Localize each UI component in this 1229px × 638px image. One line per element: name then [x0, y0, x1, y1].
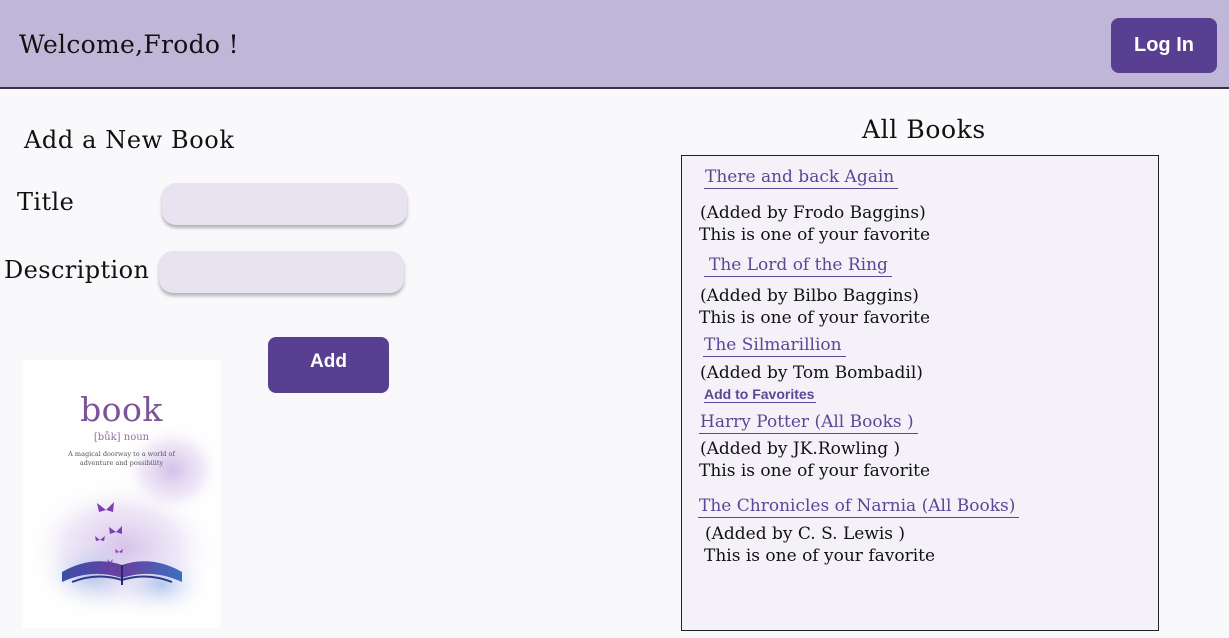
- add-to-favorites-link[interactable]: Add to Favorites: [704, 386, 817, 403]
- description-input[interactable]: [159, 251, 404, 293]
- add-book-heading: Add a New Book: [24, 126, 235, 154]
- book-added-by: (Added by Bilbo Baggins): [700, 286, 919, 306]
- welcome-message: Welcome,Frodo !: [19, 30, 239, 59]
- login-button[interactable]: Log In: [1111, 18, 1217, 73]
- book-added-by: (Added by Frodo Baggins): [700, 203, 926, 223]
- favorite-status: This is one of your favorite: [699, 225, 931, 245]
- top-header: Welcome,Frodo ! Log In: [0, 0, 1229, 89]
- book-cover-image: book [bůk] noun A magical doorway to a w…: [22, 360, 221, 628]
- favorite-status: This is one of your favorite: [699, 461, 931, 481]
- book-added-by: (Added by C. S. Lewis ): [705, 524, 906, 544]
- book-added-by: (Added by Tom Bombadil): [700, 363, 923, 383]
- book-title-link[interactable]: Harry Potter (All Books ): [699, 412, 918, 434]
- add-book-button[interactable]: Add: [268, 337, 389, 393]
- title-input[interactable]: [162, 183, 407, 225]
- cover-definition: A magical doorway to a world of adventur…: [68, 450, 175, 467]
- book-added-by: (Added by JK.Rowling ): [700, 439, 901, 459]
- cover-phonetic: [bůk] noun: [93, 432, 150, 443]
- book-title-link[interactable]: The Silmarillion: [703, 335, 846, 357]
- description-label: Description: [4, 256, 150, 284]
- cover-word: book: [80, 390, 163, 429]
- title-label: Title: [17, 188, 75, 216]
- favorite-status: This is one of your favorite: [704, 546, 936, 566]
- favorite-status: This is one of your favorite: [699, 308, 931, 328]
- all-books-heading: All Books: [862, 115, 986, 144]
- book-title-link[interactable]: The Lord of the Ring: [704, 255, 892, 277]
- book-title-link[interactable]: The Chronicles of Narnia (All Books): [698, 496, 1020, 518]
- book-title-link[interactable]: There and back Again: [704, 167, 899, 189]
